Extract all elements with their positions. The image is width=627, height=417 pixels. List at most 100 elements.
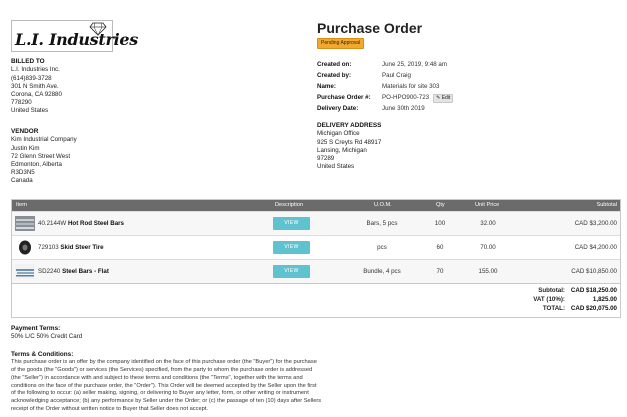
name-label: Name: <box>317 83 336 91</box>
payment-terms-section: Payment Terms: 50% L/C 50% Credit Card <box>11 325 311 342</box>
terms-section: Terms & Conditions: This purchase order … <box>11 351 356 414</box>
item-title: Skid Steer Tire <box>60 244 104 251</box>
po-number-row: Purchase Order #: PO-HPO900-723 ✎ Edit <box>317 93 454 104</box>
delivery-line: 97289 <box>317 155 335 163</box>
item-name: SD2240 Steel Bars - Flat <box>38 268 109 276</box>
vat-row: VAT (10%): 1,825.00 <box>505 296 617 304</box>
subtotal-cell: CAD $3,200.00 <box>574 220 617 227</box>
delivery-line: Michigan Office <box>317 130 360 138</box>
delivery-address-title: DELIVERY ADDRESS <box>317 122 382 129</box>
qty-cell: 70 <box>436 268 444 275</box>
view-description-button[interactable]: VIEW <box>273 241 310 254</box>
uom-cell: Bundle, 4 pcs <box>363 268 401 275</box>
created-by-value: Paul Craig <box>382 72 411 80</box>
unit-price-cell: 32.00 <box>480 220 496 227</box>
vendor-title: VENDOR <box>11 128 39 135</box>
subtotal-row: Subtotal: CAD $18,250.00 <box>505 287 617 295</box>
vat-label: VAT (10%): <box>533 296 565 303</box>
delivery-date-row: Delivery Date: June 30th 2019 <box>317 104 453 115</box>
terms-title: Terms & Conditions: <box>11 351 74 358</box>
items-table: Item Description U.O.M. Qty Unit Price S… <box>11 199 621 318</box>
subtotal-value: CAD $18,250.00 <box>570 287 617 294</box>
delivery-line: Lansing, Michigan <box>317 146 367 154</box>
logo-text: L.I. Industries <box>15 30 138 49</box>
qty-cell: 100 <box>434 220 446 227</box>
item-title: Steel Bars - Flat <box>62 268 109 275</box>
delivery-address-section: DELIVERY ADDRESS Michigan Office 925 S C… <box>317 122 381 171</box>
vendor-line: Justin Kim <box>11 144 40 152</box>
billed-to-line: 301 N Smith Ave. <box>11 82 59 90</box>
terms-line: conditions on the face of the purchase o… <box>11 382 317 389</box>
billed-to-line: (614)839-3728 <box>11 74 52 82</box>
billed-to-section: BILLED TO L.I. Industries Inc. (614)839-… <box>11 58 211 116</box>
delivery-line: 925 S Creyts Rd 48917 <box>317 138 382 146</box>
table-row: SD2240 Steel Bars - Flat VIEW Bundle, 4 pc… <box>12 259 620 283</box>
col-item: Item <box>16 202 27 208</box>
terms-line: of the following to occur: (a) seller ma… <box>11 390 309 397</box>
totals-section: Subtotal: CAD $18,250.00 VAT (10%): 1,82… <box>12 283 620 317</box>
billed-to-line: L.I. Industries Inc. <box>11 66 60 74</box>
subtotal-cell: CAD $4,200.00 <box>574 244 617 251</box>
created-on-row: Created on: June 25, 2019, 9:48 am <box>317 60 453 71</box>
edit-label: Edit <box>441 95 451 102</box>
terms-line: receipt of the Order without written not… <box>11 405 208 412</box>
view-description-button[interactable]: VIEW <box>273 217 310 230</box>
created-on-value: June 25, 2019, 9:48 am <box>382 61 448 69</box>
delivery-date-label: Delivery Date: <box>317 105 359 113</box>
billed-to-title: BILLED TO <box>11 58 45 65</box>
vendor-line: R3D3N5 <box>11 169 35 177</box>
page-title: Purchase Order <box>317 20 423 36</box>
total-label: TOTAL: <box>542 305 565 312</box>
terms-line: This purchase order is an offer by the c… <box>11 359 317 366</box>
order-meta: Created on: June 25, 2019, 9:48 am Creat… <box>317 60 454 115</box>
terms-line: of the goods (the "Goods") or services (… <box>11 367 313 374</box>
subtotal-cell: CAD $10,850.00 <box>571 268 617 275</box>
status-badge: Pending Approval <box>317 38 365 49</box>
name-row: Name: Materials for site 303 <box>317 82 453 93</box>
col-description: Description <box>275 202 303 208</box>
vendor-line: Edmonton, Alberta <box>11 161 62 169</box>
created-by-row: Created by: Paul Craig <box>317 71 453 82</box>
billed-to-line: United States <box>11 107 49 115</box>
uom-cell: pcs <box>377 244 387 251</box>
vendor-line: Canada <box>11 177 33 185</box>
item-code: SD2240 <box>38 268 61 275</box>
uom-cell: Bars, 5 pcs <box>366 220 398 227</box>
item-code: 40.2144W <box>38 220 67 227</box>
unit-price-cell: 70.00 <box>480 244 496 251</box>
po-number-value: PO-HPO900-723 <box>382 94 430 102</box>
edit-po-button[interactable]: ✎ Edit <box>433 94 454 103</box>
vendor-line: Kim Industrial Company <box>11 136 77 144</box>
billed-to-line: 778290 <box>11 99 32 107</box>
terms-body: This purchase order is an offer by the c… <box>11 359 356 413</box>
view-description-button[interactable]: VIEW <box>273 265 310 278</box>
company-logo: L.I. Industries <box>11 20 138 52</box>
payment-terms-title: Payment Terms: <box>11 325 61 332</box>
vat-value: 1,825.00 <box>592 296 617 303</box>
delivery-date-value: June 30th 2019 <box>382 105 425 113</box>
billed-to-line: Corona, CA 92880 <box>11 91 62 99</box>
created-by-label: Created by: <box>317 72 352 80</box>
item-name: 40.2144W Hot Rod Steel Bars <box>38 220 124 228</box>
col-qty: Qty <box>436 202 445 208</box>
vendor-line: 72 Glenn Street West <box>11 152 71 160</box>
item-title: Hot Rod Steel Bars <box>67 220 124 227</box>
table-header: Item Description U.O.M. Qty Unit Price S… <box>12 200 620 211</box>
col-uom: U.O.M. <box>374 202 392 208</box>
total-row: TOTAL: CAD $20,075.00 <box>505 305 617 313</box>
payment-terms-value: 50% L/C 50% Credit Card <box>11 333 83 341</box>
diamond-icon <box>89 22 107 36</box>
col-unit-price: Unit Price <box>475 202 500 208</box>
table-row: 729103 Skid Steer Tire VIEW pcs 60 70.00 CAD … <box>12 235 620 259</box>
col-subtotal: Subtotal <box>596 202 617 208</box>
subtotal-label: Subtotal: <box>538 287 565 294</box>
qty-cell: 60 <box>436 244 444 251</box>
item-name: 729103 Skid Steer Tire <box>38 244 104 252</box>
unit-price-cell: 155.00 <box>478 268 498 275</box>
terms-line: (the "Seller") in accordance with and su… <box>11 374 303 381</box>
vendor-section: VENDOR Kim Industrial Company Justin Kim… <box>11 128 211 186</box>
po-number-label: Purchase Order #: <box>317 94 371 102</box>
delivery-line: United States <box>317 163 355 171</box>
name-value: Materials for site 303 <box>382 83 440 91</box>
table-row: 40.2144W Hot Rod Steel Bars VIEW Bars, 5 p… <box>12 211 620 235</box>
